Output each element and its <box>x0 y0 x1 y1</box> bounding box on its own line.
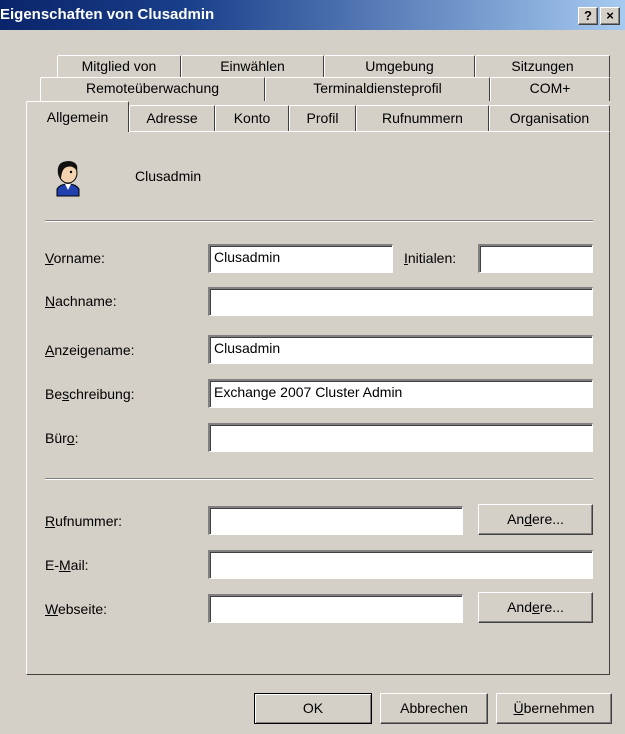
user-display-name: Clusadmin <box>135 168 202 184</box>
label-email: E-Mail: <box>45 557 89 573</box>
abbrechen-button[interactable]: Abbrechen <box>380 693 488 724</box>
tab-panel-allgemein: Clusadmin Vorname: Clusadmin Initialen: … <box>26 131 610 675</box>
nachname-field[interactable] <box>208 287 593 316</box>
tab-umgebung[interactable]: Umgebung <box>324 55 475 77</box>
tab-allgemein[interactable]: Allgemein <box>26 101 129 132</box>
close-button[interactable]: × <box>600 7 620 25</box>
tab-organisation[interactable]: Organisation <box>489 105 610 131</box>
email-field[interactable] <box>208 550 593 579</box>
beschreibung-field[interactable]: Exchange 2007 Cluster Admin <box>208 379 593 408</box>
label-anzeigename: Anzeigename: <box>45 342 135 358</box>
tab-profil[interactable]: Profil <box>289 105 356 131</box>
rufnummer-andere-button[interactable]: Andere... <box>478 504 593 535</box>
webseite-andere-button[interactable]: Andere... <box>478 592 593 623</box>
label-buero: Büro: <box>45 430 79 446</box>
ok-button[interactable]: OK <box>254 693 372 724</box>
anzeigename-field[interactable]: Clusadmin <box>208 335 593 364</box>
buero-field[interactable] <box>208 423 593 452</box>
label-vorname: Vorname: <box>45 250 105 266</box>
tab-konto[interactable]: Konto <box>215 105 289 131</box>
tab-adresse[interactable]: Adresse <box>129 105 215 131</box>
vorname-field[interactable]: Clusadmin <box>208 244 393 273</box>
window-title: Eigenschaften von Clusadmin <box>0 6 215 23</box>
tab-rufnummern[interactable]: Rufnummern <box>356 105 489 131</box>
label-beschreibung: Beschreibung: <box>45 386 135 402</box>
label-nachname: Nachname: <box>45 293 117 309</box>
title-bar[interactable]: Eigenschaften von Clusadmin ? × <box>0 0 625 30</box>
tab-sitzungen[interactable]: Sitzungen <box>475 55 610 77</box>
label-webseite: Webseite: <box>45 601 108 617</box>
user-icon <box>56 161 80 197</box>
separator-top <box>45 220 593 222</box>
tab-terminaldiensteprofil[interactable]: Terminaldiensteprofil <box>265 77 490 101</box>
label-initialen: Initialen: <box>404 250 457 266</box>
initialen-field[interactable] <box>478 244 593 273</box>
rufnummer-field[interactable] <box>208 506 463 535</box>
tab-com-plus[interactable]: COM+ <box>490 77 610 101</box>
tab-einwaehlen[interactable]: Einwählen <box>181 55 324 77</box>
tab-remoteueberwachung[interactable]: Remoteüberwachung <box>40 77 265 101</box>
webseite-field[interactable] <box>208 594 463 623</box>
uebernehmen-button[interactable]: Übernehmen <box>496 693 612 724</box>
label-rufnummer: Rufnummer: <box>45 513 123 529</box>
tab-mitglied-von[interactable]: Mitglied von <box>57 55 181 77</box>
help-button[interactable]: ? <box>578 7 598 25</box>
separator-bottom <box>45 478 593 480</box>
